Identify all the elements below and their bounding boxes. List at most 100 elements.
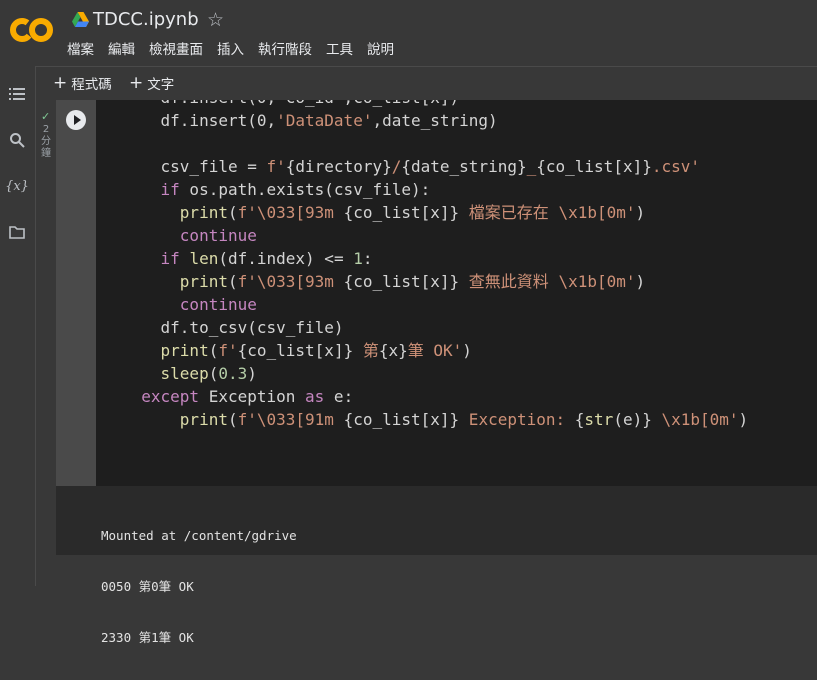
code-token: f' [266, 157, 286, 176]
output-line: Mounted at /content/gdrive [101, 528, 297, 543]
code-token: {date_string} [401, 157, 527, 176]
execution-time: 2分鐘 [41, 124, 51, 159]
code-line: print(f'\033[93m {co_list[x]} 查無此資料 \x1b… [122, 270, 748, 293]
code-line: continue [122, 224, 748, 247]
code-token: ( [227, 410, 238, 429]
code-line: if os.path.exists(csv_file): [122, 178, 748, 201]
code-token: df.insert(0,'co_id',co_list[x]) [122, 100, 460, 107]
plus-icon: + [129, 72, 144, 93]
code-line: df.insert(0,'co_id',co_list[x]) [122, 100, 748, 109]
code-line: if len(df.index) <= 1: [122, 247, 748, 270]
code-token: e: [324, 387, 354, 406]
code-token: 'DataDate' [276, 111, 373, 130]
code-token: {directory} [285, 157, 392, 176]
table-of-contents-icon[interactable] [7, 84, 27, 104]
code-token: 第 [353, 341, 379, 360]
code-token: except [141, 387, 200, 406]
menu-bar: 檔案 編輯 檢視畫面 插入 執行階段 工具 說明 [67, 40, 394, 60]
code-line: csv_file = f'{directory}/{date_string}_{… [122, 155, 748, 178]
run-icon[interactable] [66, 110, 86, 130]
code-token: \x1b[0m' [651, 410, 739, 429]
variables-icon[interactable]: {x} [5, 176, 29, 196]
code-token: / [391, 157, 402, 176]
code-token: continue [179, 226, 257, 245]
menu-tools[interactable]: 工具 [326, 40, 353, 60]
code-token: f'\033[93m [237, 203, 344, 222]
output-line: 0050 第0筆 OK [101, 579, 194, 594]
colab-logo-icon[interactable] [10, 15, 54, 45]
code-editor[interactable]: df.insert(0,'co_id',co_list[x]) df.inser… [96, 100, 817, 486]
code-line: df.insert(0,'DataDate',date_string) [122, 109, 748, 132]
run-column [56, 100, 96, 486]
code-line: print(f'\033[93m {co_list[x]} 檔案已存在 \x1b… [122, 201, 748, 224]
search-icon[interactable] [7, 130, 27, 150]
code-line: print(f'\033[91m {co_list[x]} Exception:… [122, 408, 748, 431]
code-token: : [362, 249, 373, 268]
code-line: except Exception as e: [122, 385, 748, 408]
code-token: if [160, 249, 180, 268]
menu-help[interactable]: 說明 [367, 40, 394, 60]
star-icon[interactable]: ☆ [207, 8, 224, 32]
code-token: csv_file = [122, 157, 267, 176]
left-sidebar: {x} [0, 66, 36, 586]
code-token: ( [227, 272, 238, 291]
code-token: .csv' [651, 157, 701, 176]
code-lines: df.insert(0,'co_id',co_list[x]) df.inser… [122, 100, 748, 431]
code-token: sleep [160, 364, 209, 383]
code-token: ) [635, 272, 646, 291]
code-token: if [160, 180, 180, 199]
code-token: f'\033[93m [237, 272, 344, 291]
folder-icon[interactable] [7, 222, 27, 242]
code-token: print [179, 203, 228, 222]
toolbar: + 程式碼 + 文字 [36, 66, 817, 100]
menu-edit[interactable]: 編輯 [108, 40, 135, 60]
code-token: {co_list[x]} [343, 203, 460, 222]
code-token: 1 [353, 249, 363, 268]
code-token: {co_list[x]} [536, 157, 652, 176]
code-token: {co_list[x]} [343, 272, 460, 291]
code-token: ( [227, 203, 238, 222]
add-text-label: 文字 [147, 77, 175, 93]
code-token: 筆 OK' [407, 341, 463, 360]
menu-view[interactable]: 檢視畫面 [149, 40, 203, 60]
code-token: df.to_csv(csv_file) [122, 318, 344, 337]
menu-file[interactable]: 檔案 [67, 40, 94, 60]
header: TDCC.ipynb ☆ 檔案 編輯 檢視畫面 插入 執行階段 工具 說明 [0, 0, 817, 66]
code-token: os.path.exists(csv_file): [179, 180, 431, 199]
code-token: 檔案已存在 \x1b[0m' [459, 203, 636, 222]
code-token: { [574, 410, 585, 429]
code-token: {x} [378, 341, 408, 360]
code-line: df.to_csv(csv_file) [122, 316, 748, 339]
output-lines: Mounted at /content/gdrive 0050 第0筆 OK 2… [101, 493, 297, 680]
add-text-button[interactable]: + 文字 [129, 73, 174, 93]
code-token: ) [635, 203, 646, 222]
menu-insert[interactable]: 插入 [217, 40, 244, 60]
add-code-label: 程式碼 [71, 77, 112, 93]
code-line: print(f'{co_list[x]} 第{x}筆 OK') [122, 339, 748, 362]
code-token: ,date_string) [372, 111, 498, 130]
drive-icon [72, 12, 89, 27]
code-token: _ [526, 157, 537, 176]
code-token: {co_list[x]} [237, 341, 354, 360]
code-token: print [160, 341, 209, 360]
code-token: {co_list[x]} [343, 410, 460, 429]
code-line: sleep(0.3) [122, 362, 748, 385]
code-line: continue [122, 293, 748, 316]
output-line: 2330 第1筆 OK [101, 630, 194, 645]
code-token: ) [247, 364, 257, 383]
code-token: print [179, 272, 228, 291]
code-token: str [584, 410, 614, 429]
notebook-title[interactable]: TDCC.ipynb [93, 8, 199, 32]
add-code-button[interactable]: + 程式碼 [53, 73, 112, 93]
menu-runtime[interactable]: 執行階段 [258, 40, 312, 60]
check-icon: ✓ [41, 110, 51, 123]
